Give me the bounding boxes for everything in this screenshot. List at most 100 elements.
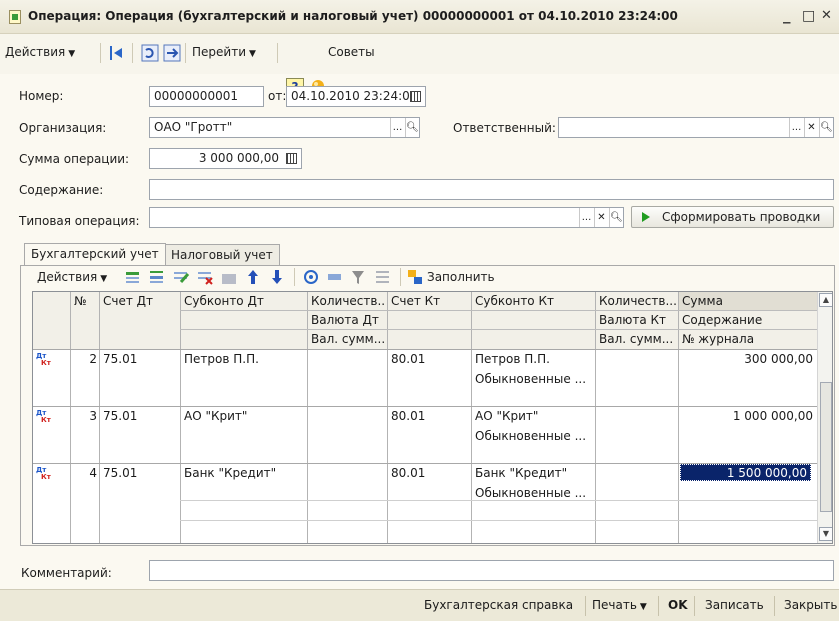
responsible-field[interactable]: ... ✕ 🔍︎ — [558, 117, 834, 138]
selected-sum-cell[interactable]: 1 500 000,00 — [680, 464, 811, 481]
save-button[interactable]: Записать — [705, 598, 764, 612]
tips-button[interactable]: Советы — [328, 45, 375, 59]
clear-icon[interactable]: ✕ — [594, 208, 608, 227]
filter-icon[interactable] — [350, 268, 368, 286]
row-num[interactable]: 3 — [73, 409, 97, 423]
sum-field[interactable]: 3 000 000,00 — [149, 148, 302, 169]
row-subconto-dt[interactable]: Банк "Кредит" — [184, 466, 276, 480]
header-num[interactable]: № — [74, 294, 86, 308]
comment-label: Комментарий: — [21, 566, 112, 580]
select-ellipsis-icon[interactable]: ... — [579, 208, 593, 227]
goto-label: Перейти — [192, 45, 246, 59]
typical-operation-field[interactable]: ... ✕ 🔍︎ — [149, 207, 624, 228]
organization-label: Организация: — [19, 121, 107, 135]
list-icon[interactable] — [374, 268, 392, 286]
row-subconto-kt[interactable]: Петров П.П. — [475, 352, 550, 366]
select-ellipsis-icon[interactable]: ... — [789, 118, 803, 137]
header-journal[interactable]: № журнала — [682, 332, 754, 346]
add-row-icon[interactable] — [124, 268, 142, 286]
end-edit-icon[interactable] — [220, 268, 238, 286]
header-qty-dt[interactable]: Количеств... — [311, 294, 386, 308]
row-account-kt[interactable]: 80.01 — [391, 352, 425, 366]
maximize-button[interactable]: □ — [802, 8, 815, 24]
row-account-kt[interactable]: 80.01 — [391, 409, 425, 423]
header-currency-kt[interactable]: Валюта Кт — [599, 313, 666, 327]
play-icon — [642, 212, 650, 222]
header-subconto-kt[interactable]: Субконто Кт — [475, 294, 554, 308]
row-subconto-dt[interactable]: Петров П.П. — [184, 352, 259, 366]
header-currency-dt[interactable]: Валюта Дт — [311, 313, 379, 327]
row-account-dt[interactable]: 75.01 — [103, 409, 137, 423]
row-subconto-kt-2[interactable]: Обыкновенные ... — [475, 486, 586, 500]
search-icon[interactable]: 🔍︎ — [405, 118, 419, 137]
toolbar-separator — [400, 268, 401, 286]
accounting-report-button[interactable]: Бухгалтерская справка — [424, 598, 573, 612]
close-button[interactable]: ✕ — [821, 8, 832, 23]
row-sum[interactable]: 300 000,00 — [682, 352, 813, 366]
fill-button[interactable]: Заполнить — [427, 270, 495, 284]
content-label: Содержание: — [19, 183, 104, 197]
header-qty-kt[interactable]: Количеств... — [599, 294, 677, 308]
row-num[interactable]: 2 — [73, 352, 97, 366]
row-sum[interactable]: 1 000 000,00 — [682, 409, 813, 423]
move-down-icon[interactable] — [268, 268, 286, 286]
title-bar: Операция: Операция (бухгалтерский и нало… — [0, 0, 839, 34]
tab-tax[interactable]: Налоговый учет — [164, 244, 280, 265]
table-scrollbar[interactable]: ▲ ▼ — [817, 292, 832, 543]
header-cur-sum-dt[interactable]: Вал. сумм... — [311, 332, 386, 346]
header-content[interactable]: Содержание — [682, 313, 762, 327]
post-document-icon[interactable] — [108, 44, 126, 62]
scroll-down-icon[interactable]: ▼ — [819, 527, 832, 541]
document-icon — [9, 10, 21, 24]
structure-icon[interactable] — [163, 44, 181, 62]
comment-field[interactable] — [149, 560, 834, 581]
row-account-kt[interactable]: 80.01 — [391, 466, 425, 480]
print-menu[interactable]: Печать ▼ — [592, 598, 647, 612]
minimize-button[interactable]: _ — [783, 6, 791, 24]
date-field[interactable]: 04.10.2010 23:24:00 — [286, 86, 426, 107]
number-field[interactable]: 00000000001 — [149, 86, 264, 107]
header-cur-sum-kt[interactable]: Вал. сумм... — [599, 332, 677, 346]
scroll-thumb[interactable] — [820, 382, 832, 512]
goto-menu[interactable]: Перейти ▼ — [192, 45, 256, 59]
entries-table[interactable]: № Счет Дт Субконто Дт Количеств... Валют… — [32, 291, 833, 544]
actions-label: Действия — [5, 45, 66, 59]
calculator-icon[interactable] — [286, 153, 297, 164]
header-sum[interactable]: Сумма — [682, 294, 723, 308]
header-subconto-dt[interactable]: Субконто Дт — [184, 294, 264, 308]
make-entries-button[interactable]: Сформировать проводки — [631, 206, 834, 228]
search-icon[interactable]: 🔍︎ — [819, 118, 833, 137]
row-subconto-kt[interactable]: Банк "Кредит" — [475, 466, 567, 480]
move-up-icon[interactable] — [244, 268, 262, 286]
row-account-dt[interactable]: 75.01 — [103, 466, 137, 480]
row-subconto-kt[interactable]: АО "Крит" — [475, 409, 538, 423]
refresh-icon[interactable] — [141, 44, 159, 62]
actions-menu[interactable]: Действия ▼ — [5, 45, 75, 59]
tab-accounting[interactable]: Бухгалтерский учет — [24, 243, 166, 265]
select-icon[interactable] — [326, 268, 344, 286]
row-subconto-kt-2[interactable]: Обыкновенные ... — [475, 429, 586, 443]
row-subconto-kt-2[interactable]: Обыкновенные ... — [475, 372, 586, 386]
search-icon[interactable]: 🔍︎ — [609, 208, 623, 227]
edit-row-icon[interactable] — [172, 268, 190, 286]
clear-icon[interactable]: ✕ — [804, 118, 818, 137]
calendar-icon[interactable] — [410, 91, 421, 102]
close-form-button[interactable]: Закрыть — [784, 598, 837, 612]
table-actions-menu[interactable]: Действия ▼ — [37, 270, 107, 284]
content-field[interactable] — [149, 179, 834, 200]
delete-row-icon[interactable] — [196, 268, 214, 286]
row-account-dt[interactable]: 75.01 — [103, 352, 137, 366]
header-account-kt[interactable]: Счет Кт — [391, 294, 440, 308]
dropdown-caret-icon: ▼ — [68, 49, 76, 59]
row-subconto-dt[interactable]: АО "Крит" — [184, 409, 247, 423]
select-ellipsis-icon[interactable]: ... — [390, 118, 404, 137]
header-account-dt[interactable]: Счет Дт — [103, 294, 153, 308]
settings-icon[interactable] — [302, 268, 320, 286]
copy-row-icon[interactable] — [148, 268, 166, 286]
window-title: Операция: Операция (бухгалтерский и нало… — [28, 9, 678, 23]
row-num[interactable]: 4 — [73, 466, 97, 480]
table-actions-label: Действия — [37, 270, 98, 284]
ok-button[interactable]: OK — [668, 598, 688, 612]
organization-field[interactable]: ОАО "Гротт" ... 🔍︎ — [149, 117, 420, 138]
scroll-up-icon[interactable]: ▲ — [819, 293, 832, 307]
